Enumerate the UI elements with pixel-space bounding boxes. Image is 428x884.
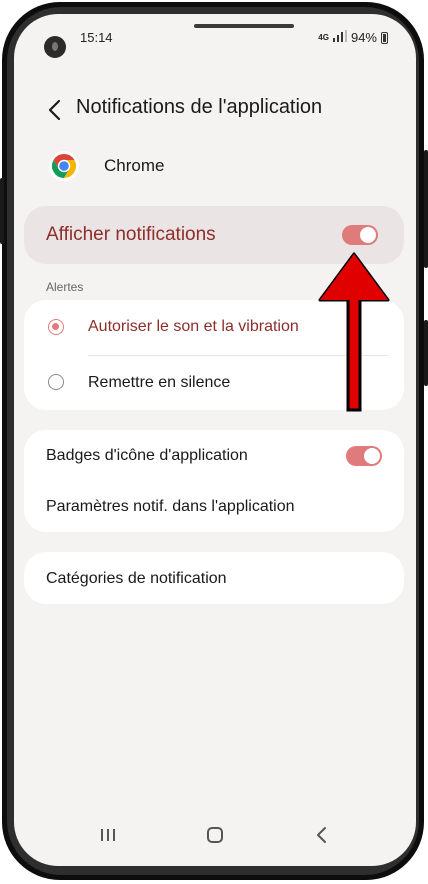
page-title: Notifications de l'application (76, 96, 323, 118)
radio-sound-icon[interactable] (48, 319, 64, 335)
badges-row[interactable]: Badges d'icône d'application (24, 430, 404, 480)
battery-percent: 94% (350, 30, 377, 45)
show-notifications-label: Afficher notifications (46, 224, 216, 245)
page-header: Notifications de l'application (14, 94, 416, 128)
front-camera (44, 36, 66, 58)
categories-label: Catégories de notification (46, 570, 227, 587)
home-icon[interactable] (195, 822, 235, 848)
alerts-section-label: Alertes (46, 280, 84, 294)
battery-icon (381, 31, 388, 44)
badges-toggle[interactable] (346, 446, 382, 466)
back-icon[interactable] (302, 822, 342, 848)
badges-label: Badges d'icône d'application (46, 447, 248, 464)
chrome-icon (48, 150, 80, 182)
power-button (424, 150, 428, 268)
radio-silent-icon[interactable] (48, 374, 64, 390)
annotation-arrow-icon (318, 252, 390, 412)
signal-icon (332, 30, 347, 45)
back-arrow-icon[interactable] (44, 98, 68, 122)
status-time: 15:14 (80, 30, 113, 45)
alert-option-label: Autoriser le son et la vibration (88, 318, 299, 335)
in-app-settings-row[interactable]: Paramètres notif. dans l'application (24, 480, 404, 530)
screen: 15:14 4G 94% Notifications de l'applicat… (14, 14, 416, 866)
bixby-button (424, 320, 428, 386)
navigation-bar (14, 822, 416, 852)
volume-button (0, 178, 4, 244)
badges-card: Badges d'icône d'application Paramètres … (24, 430, 404, 532)
categories-card[interactable]: Catégories de notification (24, 552, 404, 604)
app-name: Chrome (104, 156, 165, 175)
earpiece-speaker (194, 24, 294, 28)
status-icons: 4G 94% (318, 30, 388, 45)
app-info-row: Chrome (48, 150, 164, 182)
network-type: 4G (318, 33, 329, 42)
recent-apps-icon[interactable] (88, 822, 128, 848)
in-app-settings-label: Paramètres notif. dans l'application (46, 498, 295, 515)
alert-option-label: Remettre en silence (88, 374, 231, 391)
